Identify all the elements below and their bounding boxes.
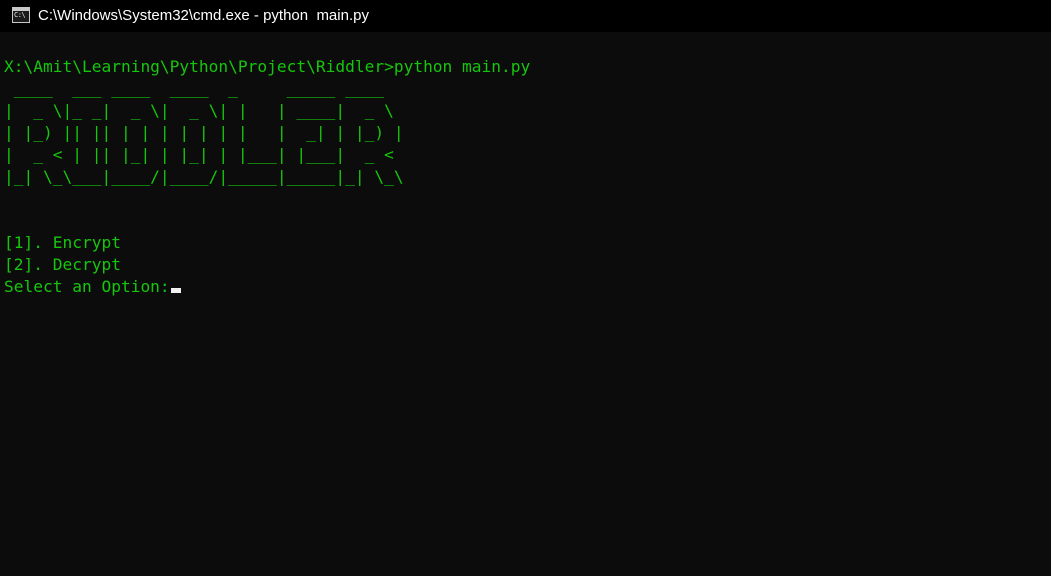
cmd-window: C:\ C:\Windows\System32\cmd.exe - python… bbox=[0, 0, 1051, 576]
menu-option-decrypt: [2]. Decrypt bbox=[4, 255, 121, 274]
command-line: X:\Amit\Learning\Python\Project\Riddler>… bbox=[4, 57, 531, 76]
prompt-line[interactable]: Select an Option: bbox=[4, 276, 1044, 298]
window-title: C:\Windows\System32\cmd.exe - python mai… bbox=[38, 7, 369, 24]
title-bar[interactable]: C:\ C:\Windows\System32\cmd.exe - python… bbox=[0, 0, 1051, 32]
prompt-text: Select an Option: bbox=[4, 277, 170, 296]
menu-option-encrypt: [1]. Encrypt bbox=[4, 233, 121, 252]
ascii-banner: ____ ___ ____ ____ _ _____ ____ | _ \|_ … bbox=[4, 79, 404, 186]
cmd-icon[interactable]: C:\ bbox=[12, 7, 30, 23]
text-cursor bbox=[170, 288, 181, 293]
cmd-icon-text: C:\ bbox=[14, 11, 26, 19]
console-output[interactable]: X:\Amit\Learning\Python\Project\Riddler>… bbox=[4, 56, 1044, 566]
